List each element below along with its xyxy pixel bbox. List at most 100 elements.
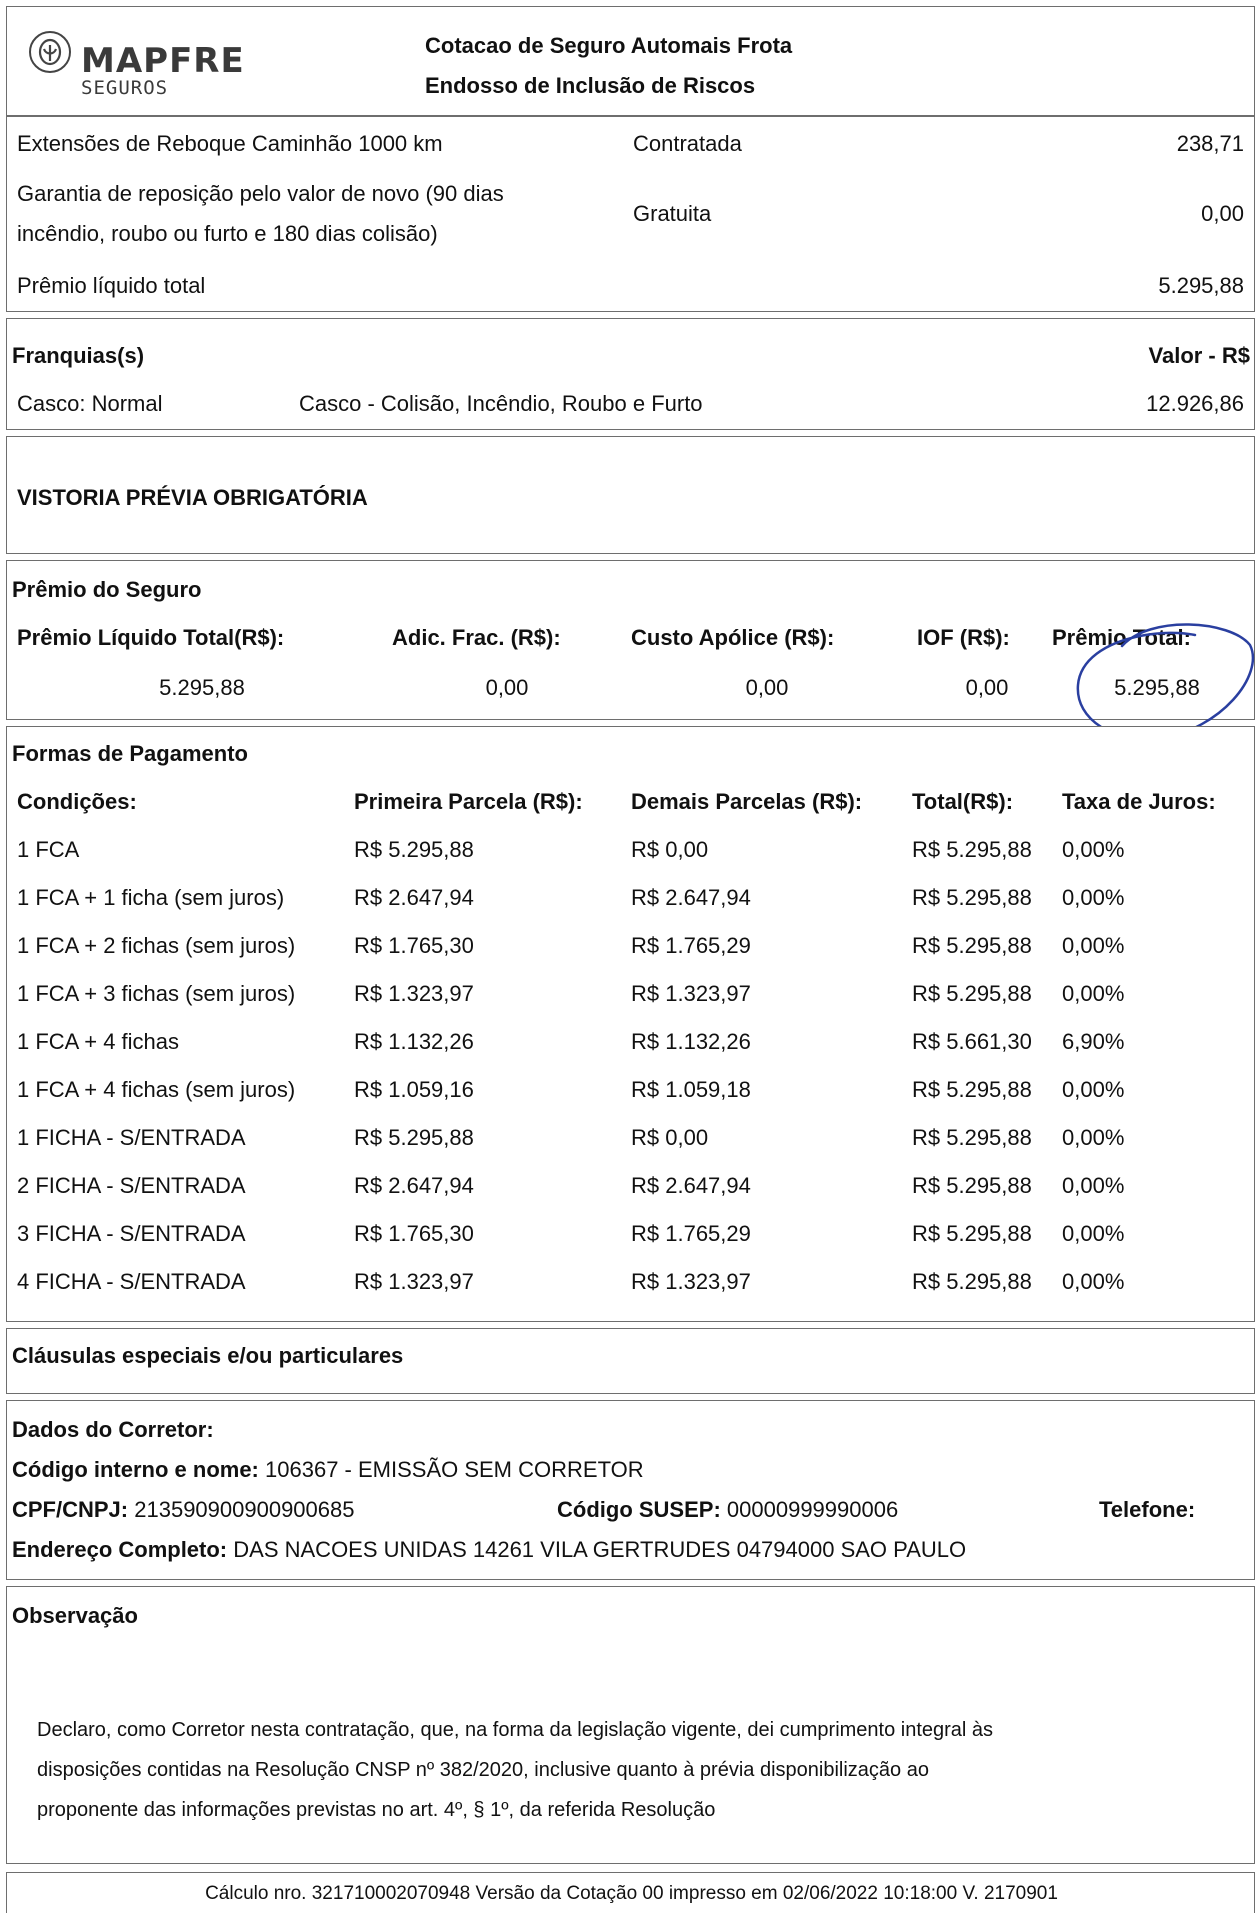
logo-brand: MAPFRE [81, 41, 245, 81]
condicao-cell: 1 FCA [17, 837, 80, 862]
table-row: 1 FCA + 3 fichas (sem juros) R$ 1.323,97… [17, 981, 1247, 1021]
custo-apolice-header: Custo Apólice (R$): [631, 625, 835, 650]
table-row: 1 FCA + 2 fichas (sem juros) R$ 1.765,30… [17, 933, 1247, 973]
coverage-value: 238,71 [1176, 131, 1244, 156]
condicao-cell: 1 FCA + 1 ficha (sem juros) [17, 885, 285, 910]
condicao-cell: 2 FICHA - S/ENTRADA [17, 1173, 246, 1198]
demais-parcelas-cell: R$ 1.765,29 [631, 1221, 751, 1246]
logo-subtitle: SEGUROS [81, 77, 169, 99]
taxa-juros-cell: 0,00% [1062, 1173, 1125, 1198]
taxa-juros-cell: 0,00% [1062, 933, 1125, 958]
condicao-cell: 1 FCA + 4 fichas (sem juros) [17, 1077, 296, 1102]
taxa-juros-cell: 0,00% [1062, 1077, 1125, 1102]
coverage-status: Contratada [633, 131, 742, 156]
corretor-title: Dados do Corretor: [12, 1417, 214, 1442]
condicao-cell: 1 FICHA - S/ENTRADA [17, 1125, 246, 1150]
table-row: 2 FICHA - S/ENTRADA R$ 2.647,94 R$ 2.647… [17, 1173, 1247, 1213]
mapfre-logo-icon [29, 31, 71, 73]
total-header: Total(R$): [912, 789, 1014, 814]
footer-section: Cálculo nro. 321710002070948 Versão da C… [6, 1872, 1255, 1913]
franquia-type: Casco: Normal [17, 391, 163, 416]
demais-parcelas-cell: R$ 0,00 [631, 1125, 709, 1150]
franquias-value-header: Valor - R$ [1148, 343, 1250, 368]
table-row: 1 FCA + 4 fichas (sem juros) R$ 1.059,16… [17, 1077, 1247, 1117]
franquia-value: 12.926,86 [1146, 391, 1244, 416]
document-header: MAPFRE SEGUROS Cotacao de Seguro Automai… [6, 6, 1255, 116]
endereco-line: Endereço Completo: DAS NACOES UNIDAS 142… [12, 1537, 966, 1563]
vistoria-notice: VISTORIA PRÉVIA OBRIGATÓRIA [17, 485, 368, 510]
premio-liquido-value: 5.295,88 [1158, 273, 1244, 298]
clausulas-title: Cláusulas especiais e/ou particulares [12, 1343, 404, 1368]
demais-parcelas-cell: R$ 1.323,97 [631, 981, 751, 1006]
table-row: 1 FCA + 1 ficha (sem juros) R$ 2.647,94 … [17, 885, 1247, 925]
total-cell: R$ 5.661,30 [912, 1029, 1032, 1054]
cpf-value: 213590900900900685 [134, 1497, 355, 1522]
corretor-section: Dados do Corretor: Código interno e nome… [6, 1400, 1255, 1580]
document-subtitle: Endosso de Inclusão de Riscos [425, 73, 756, 98]
primeira-parcela-cell: R$ 1.765,30 [354, 933, 474, 958]
franquias-section: Franquias(s) Valor - R$ Casco: Normal Ca… [6, 318, 1255, 430]
demais-parcelas-cell: R$ 1.132,26 [631, 1029, 751, 1054]
condicao-cell: 1 FCA + 3 fichas (sem juros) [17, 981, 296, 1006]
total-cell: R$ 5.295,88 [912, 1125, 1032, 1150]
demais-parcelas-cell: R$ 2.647,94 [631, 885, 751, 910]
codigo-interno-label: Código interno e nome: [12, 1457, 259, 1482]
primeira-parcela-cell: R$ 1.059,16 [354, 1077, 474, 1102]
taxa-juros-header: Taxa de Juros: [1062, 789, 1216, 814]
custo-apolice-value: 0,00 [745, 675, 789, 700]
taxa-juros-cell: 0,00% [1062, 981, 1125, 1006]
clausulas-section: Cláusulas especiais e/ou particulares [6, 1328, 1255, 1394]
observacao-text-line2: disposições contidas na Resolução CNSP n… [37, 1759, 929, 1781]
observacao-title: Observação [12, 1603, 138, 1628]
table-row: 1 FICHA - S/ENTRADA R$ 5.295,88 R$ 0,00 … [17, 1125, 1247, 1165]
observacao-text-line3: proponente das informações previstas no … [37, 1799, 716, 1821]
premio-liquido-value: 5.295,88 [159, 675, 245, 700]
coverages-section: Extensões de Reboque Caminhão 1000 km Co… [6, 116, 1255, 312]
primeira-parcela-cell: R$ 2.647,94 [354, 1173, 474, 1198]
premio-title: Prêmio do Seguro [12, 577, 202, 602]
coverage-name: Extensões de Reboque Caminhão 1000 km [17, 131, 443, 156]
primeira-parcela-cell: R$ 1.323,97 [354, 981, 474, 1006]
total-cell: R$ 5.295,88 [912, 1173, 1032, 1198]
demais-parcelas-cell: R$ 2.647,94 [631, 1173, 751, 1198]
codigo-interno-value: 106367 - EMISSÃO SEM CORRETOR [265, 1457, 644, 1482]
condicao-cell: 3 FICHA - S/ENTRADA [17, 1221, 246, 1246]
taxa-juros-cell: 0,00% [1062, 1125, 1125, 1150]
coverage-name-line1: Garantia de reposição pelo valor de novo… [17, 181, 504, 206]
premio-liquido-label: Prêmio líquido total [17, 273, 206, 298]
total-cell: R$ 5.295,88 [912, 885, 1032, 910]
endereco-value: DAS NACOES UNIDAS 14261 VILA GERTRUDES 0… [233, 1537, 967, 1562]
demais-parcelas-cell: R$ 0,00 [631, 837, 709, 862]
observacao-text-line1: Declaro, como Corretor nesta contratação… [37, 1719, 994, 1741]
primeira-parcela-cell: R$ 1.765,30 [354, 1221, 474, 1246]
endereco-label: Endereço Completo: [12, 1537, 228, 1562]
calculo-footer: Cálculo nro. 321710002070948 Versão da C… [205, 1883, 1058, 1904]
coverage-value: 0,00 [1201, 201, 1244, 226]
pagamento-section: Formas de Pagamento Condições: Primeira … [6, 726, 1255, 1322]
pagamento-title: Formas de Pagamento [12, 741, 248, 766]
demais-parcelas-cell: R$ 1.059,18 [631, 1077, 751, 1102]
franquia-description: Casco - Colisão, Incêndio, Roubo e Furto [299, 391, 703, 416]
table-row: 4 FICHA - S/ENTRADA R$ 1.323,97 R$ 1.323… [17, 1269, 1247, 1309]
condicao-cell: 1 FCA + 2 fichas (sem juros) [17, 933, 296, 958]
pagamento-header-row: Condições: Primeira Parcela (R$): Demais… [17, 789, 1247, 829]
primeira-parcela-cell: R$ 1.132,26 [354, 1029, 474, 1054]
cpf-line: CPF/CNPJ: 213590900900900685 [12, 1497, 355, 1523]
taxa-juros-cell: 6,90% [1062, 1029, 1125, 1054]
primeira-parcela-cell: R$ 1.323,97 [354, 1269, 474, 1294]
total-cell: R$ 5.295,88 [912, 933, 1032, 958]
observacao-section: Observação Declaro, como Corretor nesta … [6, 1586, 1255, 1864]
franquias-title: Franquias(s) [12, 343, 145, 368]
condicao-cell: 1 FCA + 4 fichas [17, 1029, 180, 1054]
susep-line: Código SUSEP: 00000999990006 [557, 1497, 898, 1523]
table-row: 1 FCA + 4 fichas R$ 1.132,26 R$ 1.132,26… [17, 1029, 1247, 1069]
cpf-label: CPF/CNPJ: [12, 1497, 129, 1522]
total-cell: R$ 5.295,88 [912, 981, 1032, 1006]
table-row: 1 FCA R$ 5.295,88 R$ 0,00 R$ 5.295,88 0,… [17, 837, 1247, 877]
total-cell: R$ 5.295,88 [912, 1077, 1032, 1102]
primeira-parcela-cell: R$ 5.295,88 [354, 837, 474, 862]
codigo-interno-line: Código interno e nome: 106367 - EMISSÃO … [12, 1457, 644, 1483]
total-cell: R$ 5.295,88 [912, 1269, 1032, 1294]
taxa-juros-cell: 0,00% [1062, 837, 1125, 862]
coverage-name-line2: incêndio, roubo ou furto e 180 dias coli… [17, 221, 438, 246]
